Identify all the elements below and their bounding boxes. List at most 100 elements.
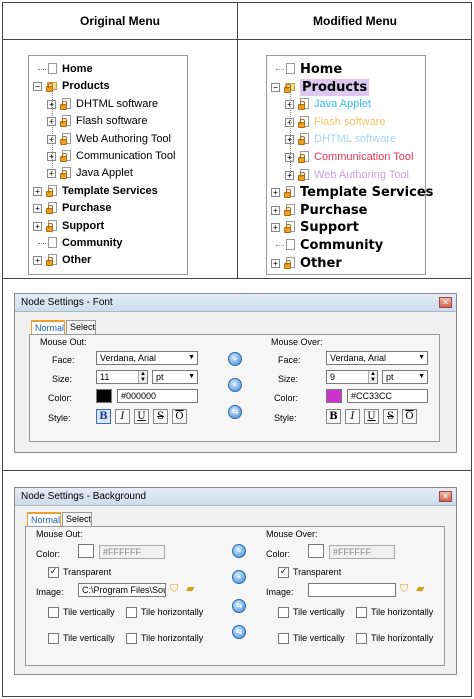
tree-node[interactable]: Home: [29, 61, 187, 78]
color-swatch[interactable]: [308, 544, 324, 558]
unit-value: pt: [156, 372, 164, 382]
unit-select[interactable]: pt ▼: [382, 370, 428, 384]
expand-icon[interactable]: +: [271, 223, 280, 233]
swap-icon[interactable]: ⇆: [232, 599, 246, 613]
tree-node-label: Java Applet: [314, 98, 371, 111]
expand-icon[interactable]: +: [271, 188, 280, 198]
tile-horizontal-checkbox[interactable]: [126, 633, 137, 644]
tree-node[interactable]: + Support: [267, 219, 425, 236]
color-swatch[interactable]: [96, 389, 112, 403]
tree-node[interactable]: + Other: [267, 255, 425, 272]
expand-icon[interactable]: +: [271, 258, 280, 268]
tree-node-label: Products: [62, 80, 110, 93]
tile-vertical-checkbox[interactable]: [48, 607, 59, 618]
tree-node[interactable]: Community: [267, 237, 425, 254]
tree-node[interactable]: + Purchase: [29, 200, 187, 217]
tree-node[interactable]: + Template Services: [267, 184, 433, 201]
expand-icon[interactable]: +: [33, 221, 42, 231]
browse-icon[interactable]: ⛉: [400, 583, 414, 595]
tree-node[interactable]: + Other: [29, 252, 187, 269]
background-panel: Mouse Out: Color: #FFFFFF ✓ Transparent …: [25, 526, 445, 666]
unit-value: pt: [386, 372, 394, 382]
tile-horizontal-checkbox[interactable]: [126, 607, 137, 618]
copy-right-icon[interactable]: »: [228, 352, 242, 366]
tree-node-label: Support: [300, 220, 359, 236]
browse-icon[interactable]: ⛉: [170, 583, 184, 595]
color-swatch[interactable]: [78, 544, 94, 558]
overline-button[interactable]: O: [172, 409, 187, 424]
background-settings-dialog: Node Settings - Background ✕ Normal Sele…: [14, 487, 457, 675]
color-field[interactable]: #000000: [117, 389, 198, 403]
mouse-over-heading: Mouse Over:: [271, 337, 323, 347]
tree-node[interactable]: Home: [267, 61, 425, 78]
tile-vertical-label: Tile vertically: [293, 633, 345, 643]
image-path-field[interactable]: [308, 583, 396, 597]
bold-button[interactable]: B: [96, 409, 111, 424]
close-icon[interactable]: ✕: [439, 297, 452, 308]
underline-button[interactable]: U: [134, 409, 149, 424]
transparent-checkbox[interactable]: ✓: [278, 567, 289, 578]
expand-icon[interactable]: +: [33, 186, 42, 196]
face-select[interactable]: Verdana, Arial ▼: [326, 351, 428, 365]
page-icon: [284, 239, 296, 251]
tree-node[interactable]: Community: [29, 235, 187, 252]
spinner-icon[interactable]: ▲ ▼: [138, 371, 147, 383]
bold-button[interactable]: B: [326, 409, 341, 424]
face-select[interactable]: Verdana, Arial ▼: [96, 351, 198, 365]
face-label: Face:: [278, 355, 301, 365]
expand-icon[interactable]: +: [271, 205, 280, 215]
dialog-title: Node Settings - Font: [15, 294, 456, 312]
unit-select[interactable]: pt ▼: [152, 370, 198, 384]
transparent-label: Transparent: [293, 567, 342, 577]
copy-left-icon[interactable]: «: [232, 570, 246, 584]
collapse-icon[interactable]: −: [271, 82, 280, 92]
size-stepper[interactable]: 9 ▲ ▼: [326, 370, 378, 384]
copy-right-icon[interactable]: »: [232, 544, 246, 558]
expand-icon[interactable]: +: [33, 204, 42, 214]
tile-vertical-checkbox[interactable]: [278, 607, 289, 618]
size-stepper[interactable]: 11 ▲ ▼: [96, 370, 148, 384]
locked-page-icon: [298, 115, 310, 128]
tree-node-label: Template Services: [62, 184, 158, 197]
tab-normal[interactable]: Normal: [27, 512, 61, 527]
underline-button[interactable]: U: [364, 409, 379, 424]
collapse-icon[interactable]: −: [33, 82, 42, 92]
tile-vertical-label: Tile vertically: [293, 607, 345, 617]
tree-node[interactable]: + Template Services: [29, 183, 187, 200]
expand-icon[interactable]: +: [33, 256, 42, 266]
spinner-icon[interactable]: ▲ ▼: [368, 371, 377, 383]
copy-left-icon[interactable]: «: [228, 378, 242, 392]
tree-node-label: Support: [62, 219, 105, 232]
image-path-field[interactable]: C:\Program Files\Sourc: [78, 583, 166, 597]
page-icon: [46, 63, 58, 75]
strikethrough-button[interactable]: S: [383, 409, 398, 424]
overline-button[interactable]: O: [402, 409, 417, 424]
tree-node[interactable]: + Purchase: [267, 202, 425, 219]
tree-node-label: Web Authoring Tool: [76, 132, 171, 145]
swap-icon[interactable]: ⇆: [232, 625, 246, 639]
tile-horizontal-checkbox[interactable]: [356, 607, 367, 618]
tile-vertical-checkbox[interactable]: [278, 633, 289, 644]
tab-normal[interactable]: Normal: [31, 320, 65, 335]
tab-select[interactable]: Select: [66, 320, 96, 334]
tile-horizontal-checkbox[interactable]: [356, 633, 367, 644]
tab-select[interactable]: Select: [62, 512, 92, 526]
close-icon[interactable]: ✕: [439, 491, 452, 502]
italic-button[interactable]: I: [115, 409, 130, 424]
face-value: Verdana, Arial: [100, 353, 157, 363]
color-swatch[interactable]: [326, 389, 342, 403]
color-field[interactable]: #FFFFFF: [329, 545, 395, 559]
tree-node-label: Communication Tool: [76, 150, 176, 162]
italic-button[interactable]: I: [345, 409, 360, 424]
tree-node[interactable]: + Support: [29, 218, 187, 235]
folder-icon[interactable]: ▰: [416, 583, 430, 595]
swap-icon[interactable]: ⇆: [228, 405, 242, 419]
folder-icon[interactable]: ▰: [186, 583, 200, 595]
tile-vertical-checkbox[interactable]: [48, 633, 59, 644]
tree-node-label: Other: [300, 255, 342, 271]
strikethrough-button[interactable]: S: [153, 409, 168, 424]
transparent-checkbox[interactable]: ✓: [48, 567, 59, 578]
color-field[interactable]: #FFFFFF: [99, 545, 165, 559]
tree-node-label: Products: [300, 78, 370, 96]
color-field[interactable]: #CC33CC: [347, 389, 428, 403]
